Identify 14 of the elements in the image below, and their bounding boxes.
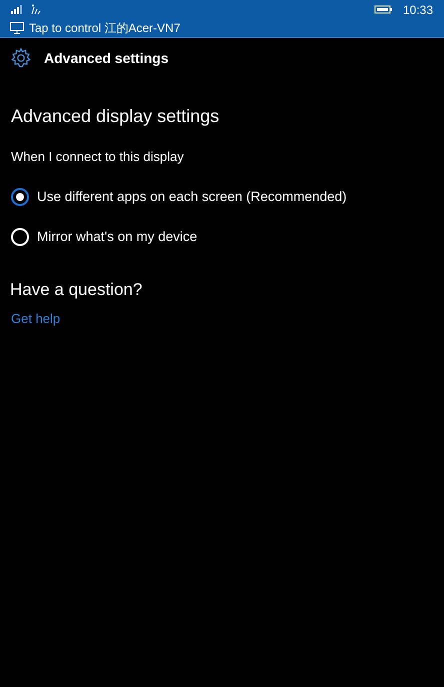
battery-icon	[372, 5, 393, 14]
radio-option[interactable]: Mirror what's on my device	[11, 226, 433, 247]
radio-option[interactable]: Use different apps on each screen (Recommended)	[11, 186, 433, 207]
signal-icon	[11, 5, 25, 14]
get-help-link[interactable]: Get help	[10, 308, 62, 328]
page-title: Advanced settings	[44, 48, 168, 68]
section-subtitle: When I connect to this display	[11, 148, 185, 166]
monitor-icon	[10, 22, 24, 34]
settings-icon	[10, 47, 32, 69]
section-title: Advanced display settings	[11, 105, 220, 128]
help-title: Have a question?	[10, 279, 144, 301]
control-banner[interactable]: Tap to control 江的Acer-VN7	[0, 19, 444, 38]
radio-button[interactable]	[11, 188, 29, 206]
status-time: 10:33	[402, 2, 433, 18]
